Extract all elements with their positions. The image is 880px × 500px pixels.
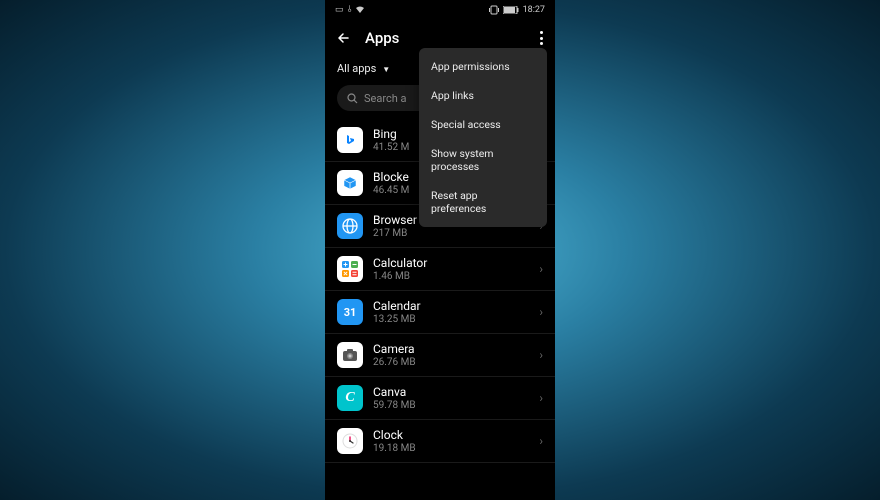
status-bar: ▭ ⫰ 18:27: [325, 0, 555, 20]
caret-down-icon: ▼: [382, 65, 390, 74]
app-size: 59.78 MB: [373, 400, 539, 411]
app-row-calculator[interactable]: Calculator 1.46 MB ›: [325, 248, 555, 291]
app-icon-blocked: [337, 170, 363, 196]
menu-item-reset-app-preferences[interactable]: Reset app preferences: [419, 181, 547, 223]
app-icon-calendar: 31: [337, 299, 363, 325]
chevron-right-icon: ›: [539, 305, 543, 319]
canva-letter: C: [345, 390, 354, 406]
app-icon-bing: [337, 127, 363, 153]
kebab-dot: [540, 37, 543, 40]
menu-item-app-links[interactable]: App links: [419, 81, 547, 110]
hd-icon: ▭: [335, 5, 344, 15]
page-title: Apps: [365, 29, 399, 47]
battery-icon: [503, 6, 519, 14]
app-name: Calendar: [373, 299, 539, 313]
app-row-clock[interactable]: Clock 19.18 MB ›: [325, 420, 555, 463]
app-name: Clock: [373, 428, 539, 442]
filter-label: All apps: [337, 62, 376, 75]
more-options-button[interactable]: [540, 31, 543, 45]
app-size: 1.46 MB: [373, 271, 539, 282]
app-name: Camera: [373, 342, 539, 356]
kebab-dot: [540, 42, 543, 45]
app-row-calendar[interactable]: 31 Calendar 13.25 MB ›: [325, 291, 555, 334]
signal-icon: ⫰: [348, 5, 352, 15]
wifi-icon: [355, 6, 365, 14]
phone-screen: ▭ ⫰ 18:27 Apps All: [325, 0, 555, 500]
app-icon-browser: [337, 213, 363, 239]
app-icon-canva: C: [337, 385, 363, 411]
app-name: Calculator: [373, 256, 539, 270]
menu-item-show-system-processes[interactable]: Show system processes: [419, 139, 547, 181]
menu-item-special-access[interactable]: Special access: [419, 110, 547, 139]
search-placeholder: Search a: [364, 92, 407, 105]
app-row-canva[interactable]: C Canva 59.78 MB ›: [325, 377, 555, 420]
chevron-right-icon: ›: [539, 391, 543, 405]
menu-item-app-permissions[interactable]: App permissions: [419, 52, 547, 81]
vibrate-icon: [489, 5, 499, 15]
app-size: 19.18 MB: [373, 443, 539, 454]
app-icon-camera: [337, 342, 363, 368]
chevron-right-icon: ›: [539, 348, 543, 362]
overflow-menu: App permissions App links Special access…: [419, 48, 547, 227]
status-time: 18:27: [523, 5, 545, 15]
app-row-camera[interactable]: Camera 26.76 MB ›: [325, 334, 555, 377]
search-icon: [347, 93, 358, 104]
app-size: 26.76 MB: [373, 357, 539, 368]
chevron-right-icon: ›: [539, 434, 543, 448]
app-icon-clock: [337, 428, 363, 454]
chevron-right-icon: ›: [539, 262, 543, 276]
calendar-day-number: 31: [344, 306, 357, 319]
back-arrow-icon: [336, 30, 352, 46]
app-icon-calculator: [337, 256, 363, 282]
back-button[interactable]: [335, 29, 353, 47]
kebab-dot: [540, 31, 543, 34]
app-size: 217 MB: [373, 228, 539, 239]
app-name: Canva: [373, 385, 539, 399]
app-size: 13.25 MB: [373, 314, 539, 325]
